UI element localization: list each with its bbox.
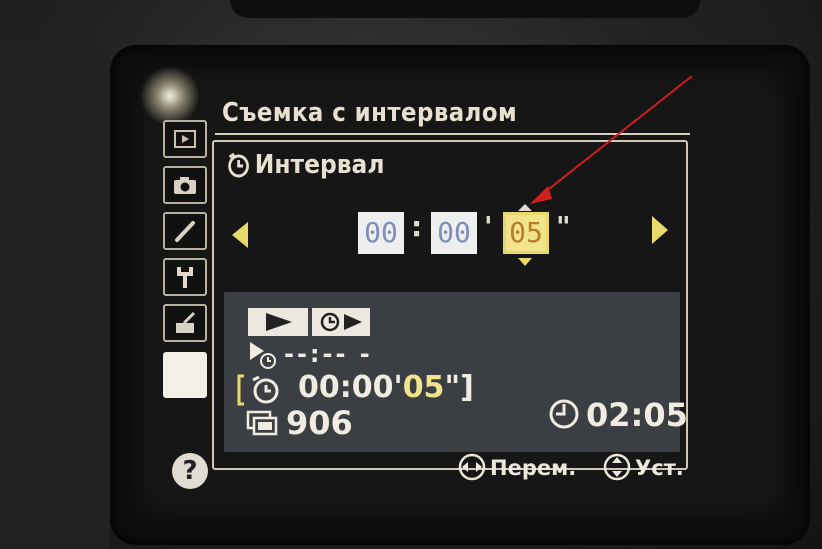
- tab-retouch[interactable]: [163, 304, 207, 342]
- move-hint: Перем.: [490, 456, 577, 480]
- title-divider: [215, 133, 690, 135]
- interval-summary: 00:00'05"]: [298, 370, 474, 405]
- multi-selector-set-icon: [603, 453, 631, 481]
- decrement-arrow-icon[interactable]: [518, 258, 532, 266]
- menu-title: Съемка с интервалом: [222, 98, 518, 128]
- start-time-icon: [250, 342, 276, 369]
- hours-minutes-separator: :: [411, 210, 423, 243]
- retouch-brush-icon: [176, 311, 196, 333]
- seconds-field[interactable]: 05: [503, 212, 549, 254]
- minutes-mark: ': [484, 210, 493, 243]
- tab-shooting[interactable]: [163, 166, 207, 204]
- light-glare: [140, 66, 200, 126]
- playback-icon: [174, 130, 196, 148]
- interval-timer-icon: [228, 152, 249, 178]
- minutes-field[interactable]: 00: [431, 212, 477, 254]
- tab-playback[interactable]: [163, 120, 207, 158]
- shots-remaining-value: 906: [286, 404, 353, 442]
- tab-my-menu[interactable]: [163, 352, 207, 398]
- current-time-value: 02:05: [586, 396, 688, 434]
- multi-selector-move-icon: [458, 453, 486, 481]
- increment-arrow-icon[interactable]: [518, 204, 532, 211]
- interval-heading: Интервал: [226, 150, 384, 180]
- start-time-value: --:-- -: [284, 340, 373, 368]
- help-button[interactable]: ?: [172, 453, 208, 489]
- left-arrow-icon[interactable]: [232, 222, 248, 248]
- interval-bracket-icon: [237, 374, 279, 406]
- timer-play-icon: [320, 312, 362, 332]
- camera-top-edge: [230, 0, 700, 18]
- shooting-mode-badge: [248, 308, 308, 336]
- pencil-icon: [175, 221, 195, 242]
- hours-field[interactable]: 00: [358, 212, 404, 254]
- tab-setup[interactable]: [163, 258, 207, 296]
- tab-custom-settings[interactable]: [163, 212, 207, 250]
- seconds-mark: ": [556, 210, 571, 243]
- interval-label: Интервал: [254, 150, 385, 180]
- timer-mode-badge: [312, 308, 370, 336]
- play-icon: [266, 313, 292, 331]
- clock-icon: [549, 399, 579, 429]
- interval-summary-seconds: 05: [402, 370, 445, 405]
- interval-summary-prefix: 00:00': [298, 370, 403, 405]
- interval-summary-suffix: "]: [444, 370, 474, 405]
- right-arrow-icon[interactable]: [652, 216, 668, 244]
- shots-remaining-icon: [246, 410, 278, 436]
- wrench-icon: [177, 267, 193, 288]
- camera-grip: [0, 40, 110, 549]
- camera-icon: [174, 177, 196, 194]
- set-hint: Уст.: [635, 456, 684, 480]
